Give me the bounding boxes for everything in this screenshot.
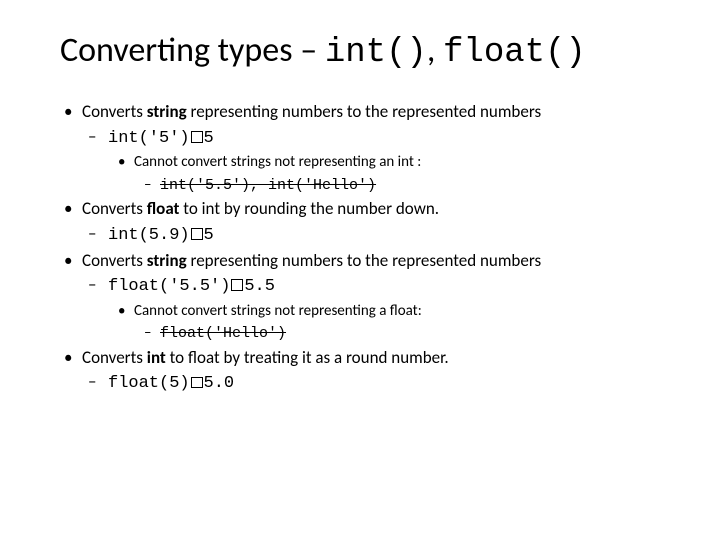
text: representing numbers to the represented … [187,101,541,122]
list-item: Converts string representing numbers to … [60,100,660,197]
code-result: 5 [204,226,214,245]
arrow-icon [191,377,203,389]
list-item: float(5) 5.0 [82,370,660,397]
code-invalid: float('Hello') [160,325,286,342]
slide-title: Converting types – int(), float() [60,30,660,72]
list-item: float('5.5') 5.5 Cannot convert strings n… [82,273,660,346]
text: representing numbers to the represented … [187,250,541,271]
text: Converts [82,198,147,219]
list-item: Converts int to float by treating it as … [60,346,660,397]
text: Cannot convert strings not representing … [134,302,422,320]
bold-text: float [147,198,180,219]
list-item: Cannot convert strings not representing … [108,151,660,197]
text: Converts [82,101,147,122]
bullet-list: Converts string representing numbers to … [60,100,660,397]
list-item: float('Hello') [134,322,660,346]
list-item: Converts float to int by rounding the nu… [60,197,660,248]
text: to float by treating it as a round numbe… [166,347,449,368]
title-code-float: float() [443,34,586,72]
arrow-icon [231,279,243,291]
title-sep: , [427,30,443,71]
list-item: int(5.9) 5 [82,222,660,249]
arrow-icon [191,131,203,143]
code-example: int('5') [108,129,190,148]
code-example: float(5) [108,374,190,393]
bold-text: string [147,101,187,122]
text: Converts [82,250,147,271]
code-example: float('5.5') [108,277,230,296]
arrow-icon [191,228,203,240]
list-item: Converts string representing numbers to … [60,249,660,346]
list-item: Cannot convert strings not representing … [108,300,660,346]
title-prefix: Converting types – [60,30,325,71]
code-result: 5.0 [204,374,235,393]
bold-text: int [147,347,166,368]
text: to int by rounding the number down. [179,198,439,219]
code-invalid: int('5.5'), int('Hello') [160,177,376,194]
code-result: 5 [204,129,214,148]
bold-text: string [147,250,187,271]
list-item: int('5.5'), int('Hello') [134,174,660,198]
title-code-int: int() [325,34,427,72]
code-example: int(5.9) [108,226,190,245]
text: Converts [82,347,147,368]
list-item: int('5') 5 Cannot convert strings not rep… [82,125,660,198]
text: Cannot convert strings not representing … [134,153,421,171]
code-result: 5.5 [244,277,275,296]
